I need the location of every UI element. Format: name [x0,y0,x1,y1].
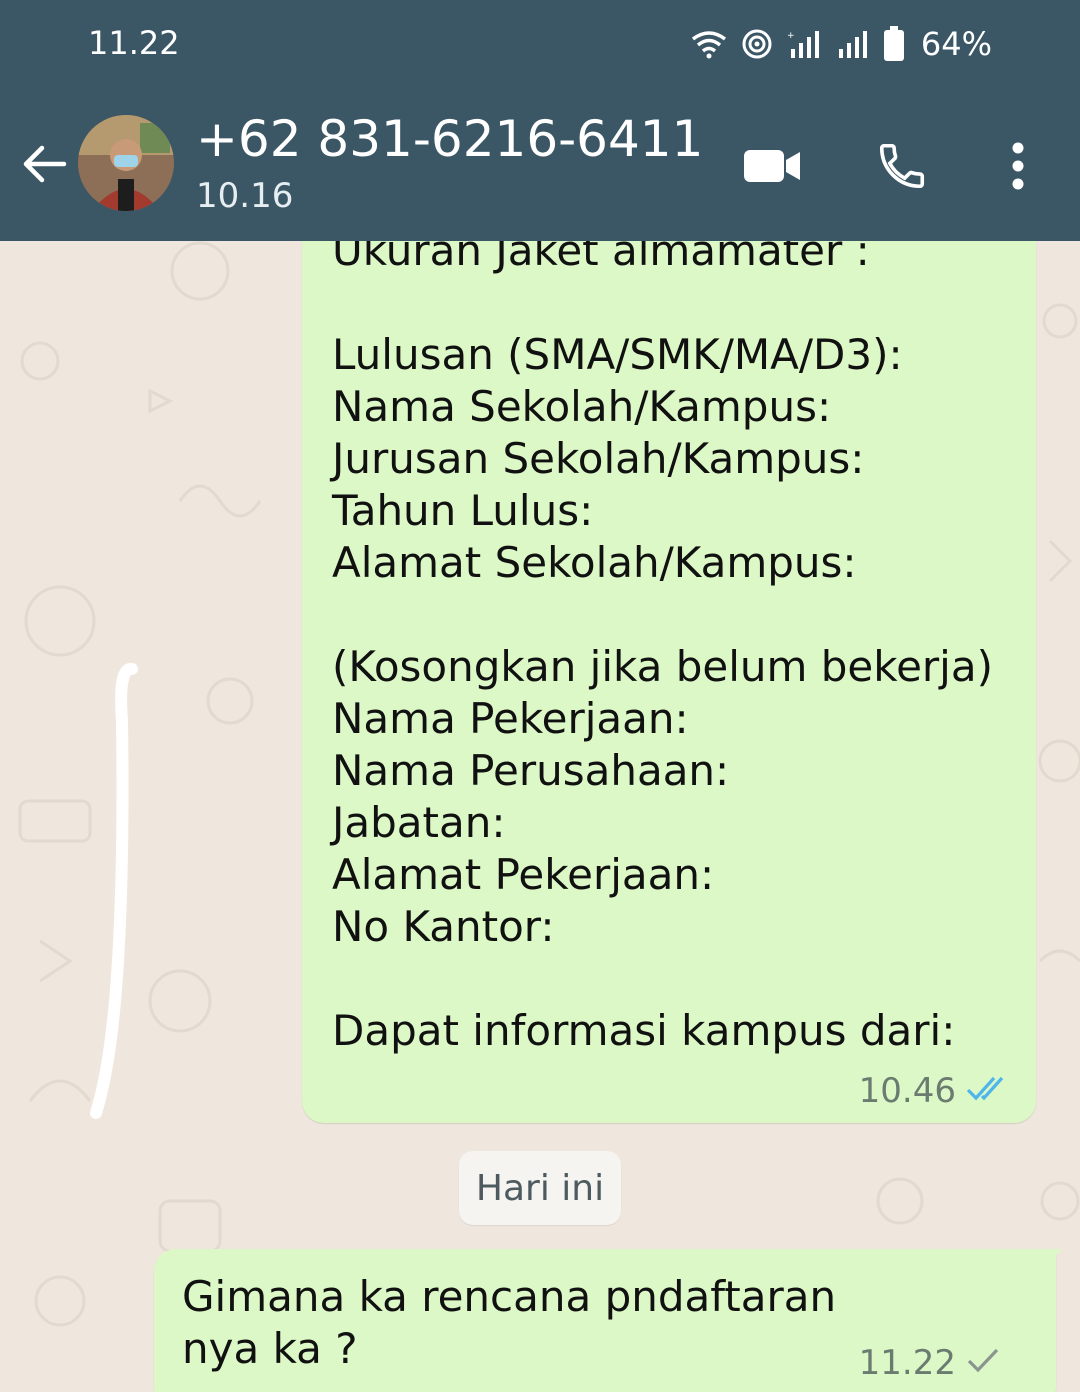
message-line: Nama Perusahaan: [332,746,730,795]
contact-name[interactable]: +62 831-6216-6411 [196,110,703,168]
message-text: Gimana ka rencana pndaftaran nya ka ? [182,1272,837,1373]
message-line: Jabatan: [332,798,506,847]
back-arrow-icon[interactable] [20,140,68,188]
video-call-icon[interactable] [740,136,804,196]
app-header: 11.22 + 64% +62 831-6216-6411 10.16 [0,0,1080,241]
message-line: Jurusan Sekolah/Kampus: [332,434,865,483]
hotspot-icon [741,29,773,59]
message-line: Tahun Lulus: [332,486,594,535]
message-time: 10.46 [858,1071,956,1111]
status-time: 11.22 [88,24,180,62]
message-meta: 11.22 [859,1343,1000,1383]
message-bubble[interactable]: Gimana ka rencana pndaftaran nya ka ? 11… [154,1249,1056,1392]
message-bubble[interactable]: Ukuran Jaket almamater : Lulusan (SMA/SM… [302,241,1036,1123]
message-line: No Kantor: [332,902,555,951]
message-line [332,589,993,641]
more-options-icon[interactable] [988,136,1048,196]
message-line: Ukuran Jaket almamater : [332,241,870,275]
date-separator: Hari ini [459,1151,621,1225]
message-line [332,277,993,329]
chat-area[interactable]: Ukuran Jaket almamater : Lulusan (SMA/SM… [0,241,1080,1392]
wifi-icon [691,29,727,59]
svg-text:+: + [787,31,795,41]
message-line: Dapat informasi kampus dari: [332,1006,956,1055]
message-line: (Kosongkan jika belum bekerja) [332,642,993,691]
bubble-tail [1040,1249,1062,1271]
message-line: Alamat Pekerjaan: [332,850,715,899]
status-icons: + 64% [691,22,992,66]
message-time: 11.22 [858,1343,956,1383]
double-check-icon [966,1071,1012,1111]
signal-strength-icon: + [787,29,821,59]
message-line: Lulusan (SMA/SMK/MA/D3): [332,330,903,379]
battery-percentage: 64% [920,25,992,63]
avatar[interactable] [78,115,174,211]
message-line: Nama Pekerjaan: [332,694,689,743]
message-line [332,953,993,1005]
single-check-icon [966,1343,1000,1383]
message-meta: 10.46 [859,1071,1012,1111]
message-line: Alamat Sekolah/Kampus: [332,538,857,587]
message-text: Ukuran Jaket almamater : Lulusan (SMA/SM… [332,241,993,1057]
phone-call-icon[interactable] [872,136,932,196]
contact-subtitle: 10.16 [196,176,294,216]
signal-strength-icon [835,29,869,59]
message-line: Nama Sekolah/Kampus: [332,382,832,431]
battery-icon [883,26,905,62]
